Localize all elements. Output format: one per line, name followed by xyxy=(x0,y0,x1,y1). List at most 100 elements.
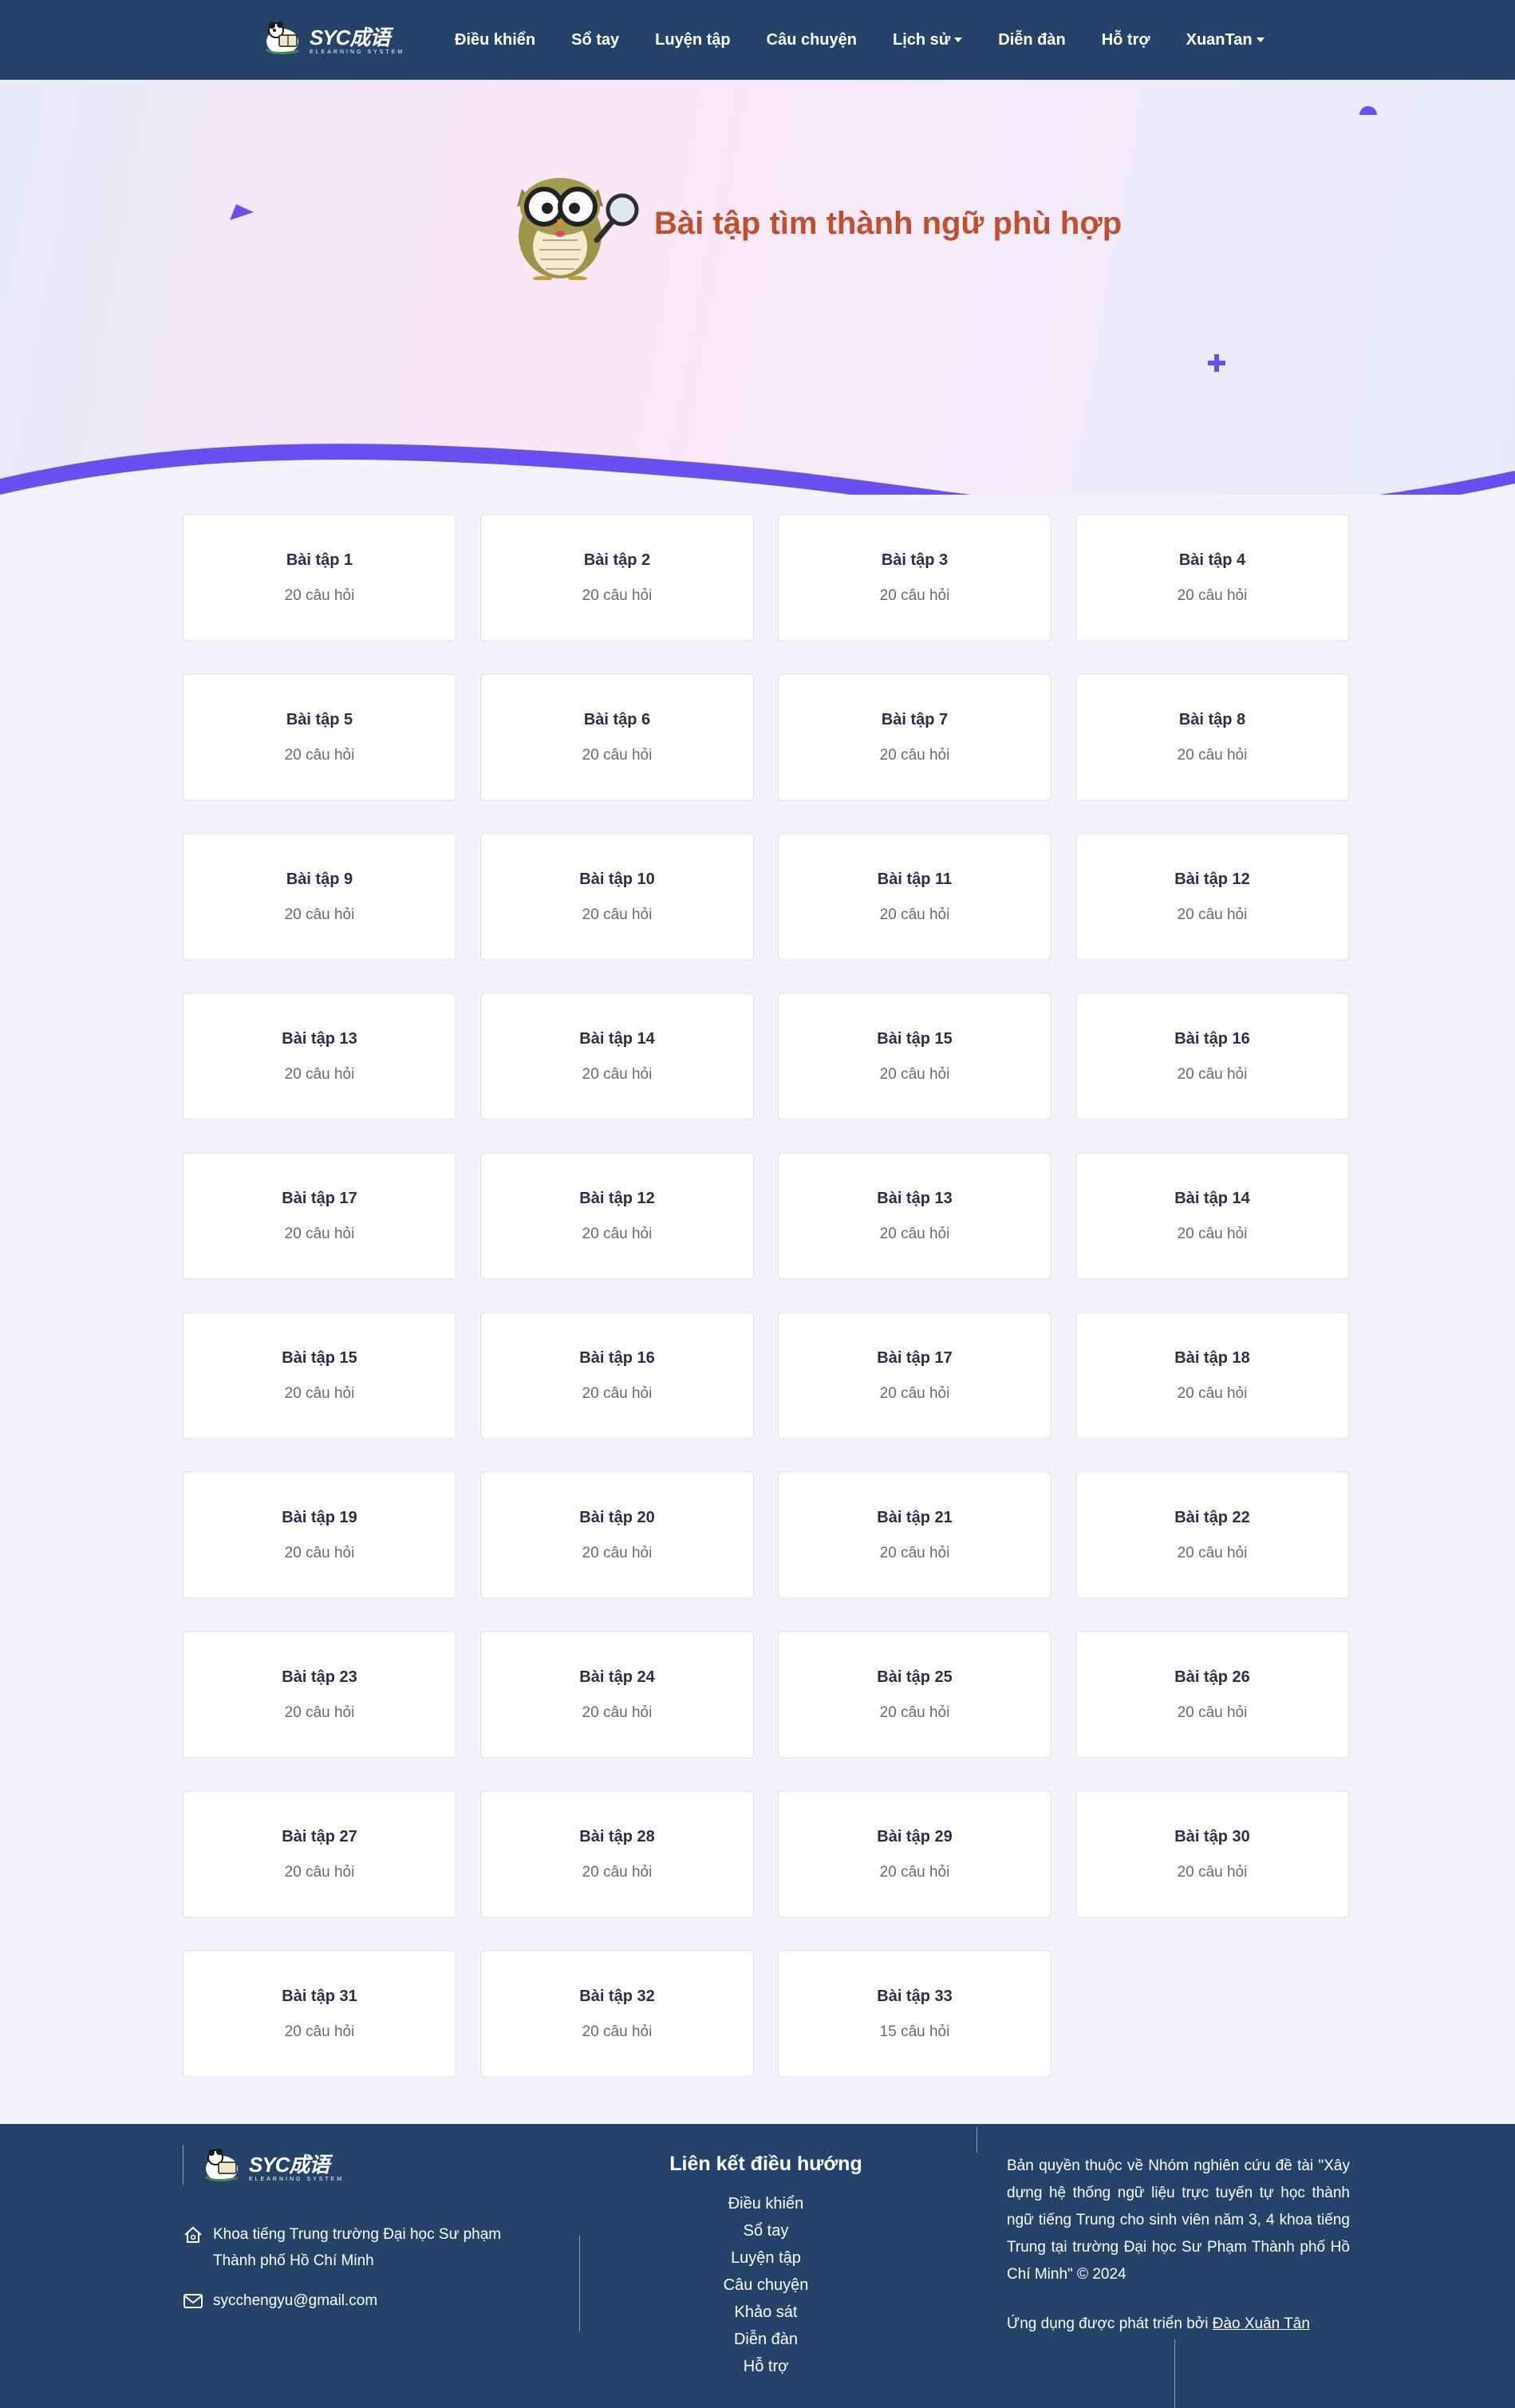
nav-dien-dan[interactable]: Diễn đàn xyxy=(998,31,1065,49)
exercise-card[interactable]: Bài tập 18 20 câu hỏi xyxy=(1075,1312,1349,1439)
mail-icon xyxy=(183,2294,203,2308)
exercise-title: Bài tập 18 xyxy=(1174,1348,1250,1367)
footer-brand-logo[interactable]: SYC成语 ELEARNING SYSTEM xyxy=(201,2145,344,2186)
exercise-question-count: 20 câu hỏi xyxy=(1177,1544,1248,1561)
exercise-card[interactable]: Bài tập 16 20 câu hỏi xyxy=(1075,993,1349,1120)
exercise-title: Bài tập 30 xyxy=(1174,1827,1250,1845)
exercise-card[interactable]: Bài tập 15 20 câu hỏi xyxy=(778,993,1051,1120)
exercise-title: Bài tập 13 xyxy=(877,1189,953,1207)
exercise-card[interactable]: Bài tập 4 20 câu hỏi xyxy=(1075,514,1349,641)
exercise-title: Bài tập 19 xyxy=(282,1508,357,1526)
exercise-title: Bài tập 3 xyxy=(881,551,949,569)
exercise-card[interactable]: Bài tập 26 20 câu hỏi xyxy=(1075,1631,1349,1759)
exercise-question-count: 20 câu hỏi xyxy=(582,1384,653,1402)
exercise-card[interactable]: Bài tập 17 20 câu hỏi xyxy=(778,1312,1051,1439)
exercise-card[interactable]: Bài tập 16 20 câu hỏi xyxy=(480,1312,754,1439)
exercise-card[interactable]: Bài tập 11 20 câu hỏi xyxy=(778,833,1051,961)
exercise-question-count: 20 câu hỏi xyxy=(1177,1384,1248,1402)
footer-link-dieu-khien[interactable]: Điều khiển xyxy=(606,2190,925,2217)
exercise-title: Bài tập 12 xyxy=(1174,870,1250,888)
exercise-card[interactable]: Bài tập 9 20 câu hỏi xyxy=(183,833,456,961)
copyright-text: Bản quyền thuộc về Nhóm nghiên cứu đề tà… xyxy=(1007,2157,1350,2283)
exercise-card[interactable]: Bài tập 14 20 câu hỏi xyxy=(480,993,754,1120)
exercise-title: Bài tập 22 xyxy=(1174,1508,1250,1526)
developer-link[interactable]: Đào Xuân Tân xyxy=(1213,2315,1310,2332)
exercise-title: Bài tập 9 xyxy=(286,870,353,888)
exercise-card[interactable]: Bài tập 2 20 câu hỏi xyxy=(480,514,754,641)
exercise-title: Bài tập 5 xyxy=(286,710,353,728)
exercise-question-count: 20 câu hỏi xyxy=(879,1703,950,1721)
exercise-card[interactable]: Bài tập 27 20 câu hỏi xyxy=(183,1790,456,1918)
exercise-title: Bài tập 15 xyxy=(877,1029,953,1048)
nav-user-dropdown[interactable]: XuanTan xyxy=(1186,31,1264,49)
exercise-card[interactable]: Bài tập 31 20 câu hỏi xyxy=(183,1950,456,2078)
exercise-title: Bài tập 11 xyxy=(877,870,953,888)
exercise-card[interactable]: Bài tập 15 20 câu hỏi xyxy=(183,1312,456,1439)
exercise-card[interactable]: Bài tập 28 20 câu hỏi xyxy=(480,1790,754,1918)
footer-link-so-tay[interactable]: Sổ tay xyxy=(606,2217,925,2244)
exercise-card[interactable]: Bài tập 13 20 câu hỏi xyxy=(778,1152,1051,1280)
exercise-card[interactable]: Bài tập 23 20 câu hỏi xyxy=(183,1631,456,1759)
nav-lich-su-dropdown[interactable]: Lịch sử xyxy=(893,31,963,49)
footer-link-khao-sat[interactable]: Khảo sát xyxy=(606,2299,925,2326)
exercise-card[interactable]: Bài tập 25 20 câu hỏi xyxy=(778,1631,1051,1759)
exercise-card[interactable]: Bài tập 5 20 câu hỏi xyxy=(183,673,456,801)
exercise-card[interactable]: Bài tập 1 20 câu hỏi xyxy=(183,514,456,641)
exercise-question-count: 20 câu hỏi xyxy=(582,746,653,764)
exercise-title: Bài tập 32 xyxy=(579,1987,655,2005)
exercise-card[interactable]: Bài tập 17 20 câu hỏi xyxy=(183,1152,456,1280)
footer-divider xyxy=(976,2127,977,2153)
footer-link-dien-dan[interactable]: Diễn đàn xyxy=(606,2326,925,2353)
exercise-card[interactable]: Bài tập 24 20 câu hỏi xyxy=(480,1631,754,1759)
exercise-card[interactable]: Bài tập 32 20 câu hỏi xyxy=(480,1950,754,2078)
exercise-question-count: 20 câu hỏi xyxy=(1177,1065,1248,1083)
exercise-card[interactable]: Bài tập 14 20 câu hỏi xyxy=(1075,1152,1349,1280)
footer-nav: Liên kết điều hướng Điều khiển Sổ tay Lu… xyxy=(606,2153,925,2380)
nav-so-tay[interactable]: Sổ tay xyxy=(571,31,619,49)
exercise-question-count: 20 câu hỏi xyxy=(284,1863,355,1881)
exercise-card[interactable]: Bài tập 7 20 câu hỏi xyxy=(778,673,1051,801)
exercise-question-count: 20 câu hỏi xyxy=(879,1544,950,1561)
exercise-card[interactable]: Bài tập 6 20 câu hỏi xyxy=(480,673,754,801)
exercise-title: Bài tập 20 xyxy=(579,1508,655,1526)
exercise-question-count: 20 câu hỏi xyxy=(1177,906,1248,923)
nav-luyen-tap[interactable]: Luyện tập xyxy=(655,31,730,49)
exercise-card[interactable]: Bài tập 22 20 câu hỏi xyxy=(1075,1471,1349,1599)
email-address[interactable]: sycchengyu@gmail.com xyxy=(213,2288,377,2314)
footer-link-cau-chuyen[interactable]: Câu chuyện xyxy=(606,2272,925,2299)
footer-link-luyen-tap[interactable]: Luyện tập xyxy=(606,2244,925,2272)
wave-divider xyxy=(0,444,1515,495)
exercise-card[interactable]: Bài tập 8 20 câu hỏi xyxy=(1075,673,1349,801)
site-footer: SYC成语 ELEARNING SYSTEM Khoa tiếng Trung … xyxy=(0,2124,1515,2408)
exercise-question-count: 20 câu hỏi xyxy=(1177,746,1248,764)
address-line-1: Khoa tiếng Trung trường Đại học Sư phạm xyxy=(213,2226,502,2243)
nav-dieu-khien[interactable]: Điều khiển xyxy=(455,31,535,49)
nav-cau-chuyen[interactable]: Câu chuyện xyxy=(767,31,857,49)
exercise-title: Bài tập 21 xyxy=(877,1508,953,1526)
exercise-card[interactable]: Bài tập 12 20 câu hỏi xyxy=(1075,833,1349,961)
exercise-title: Bài tập 17 xyxy=(282,1189,357,1207)
exercise-question-count: 20 câu hỏi xyxy=(284,1225,355,1242)
exercise-question-count: 20 câu hỏi xyxy=(1177,1225,1248,1242)
nav-ho-tro[interactable]: Hỗ trợ xyxy=(1102,31,1150,49)
exercise-question-count: 20 câu hỏi xyxy=(582,1703,653,1721)
address-line-2: Thành phố Hồ Chí Minh xyxy=(213,2252,374,2269)
exercise-card[interactable]: Bài tập 21 20 câu hỏi xyxy=(778,1471,1051,1599)
exercise-card[interactable]: Bài tập 12 20 câu hỏi xyxy=(480,1152,754,1280)
owl-with-magnifier-icon xyxy=(517,178,639,280)
exercise-card[interactable]: Bài tập 13 20 câu hỏi xyxy=(183,993,456,1120)
exercise-card[interactable]: Bài tập 29 20 câu hỏi xyxy=(778,1790,1051,1918)
exercise-title: Bài tập 29 xyxy=(877,1827,953,1845)
exercise-card[interactable]: Bài tập 10 20 câu hỏi xyxy=(480,833,754,961)
exercise-card[interactable]: Bài tập 20 20 câu hỏi xyxy=(480,1471,754,1599)
hero-heading: Bài tập tìm thành ngữ phù hợp xyxy=(511,160,1122,287)
exercise-card[interactable]: Bài tập 19 20 câu hỏi xyxy=(183,1471,456,1599)
footer-link-ho-tro[interactable]: Hỗ trợ xyxy=(606,2353,925,2380)
exercise-card[interactable]: Bài tập 30 20 câu hỏi xyxy=(1075,1790,1349,1918)
exercise-title: Bài tập 28 xyxy=(579,1827,655,1845)
exercise-card[interactable]: Bài tập 3 20 câu hỏi xyxy=(778,514,1051,641)
panda-mascot-icon xyxy=(262,18,303,59)
exercise-title: Bài tập 16 xyxy=(1174,1029,1250,1048)
exercise-card[interactable]: Bài tập 33 15 câu hỏi xyxy=(778,1950,1051,2078)
brand-logo[interactable]: SYC成语 ELEARNING SYSTEM xyxy=(262,16,405,61)
